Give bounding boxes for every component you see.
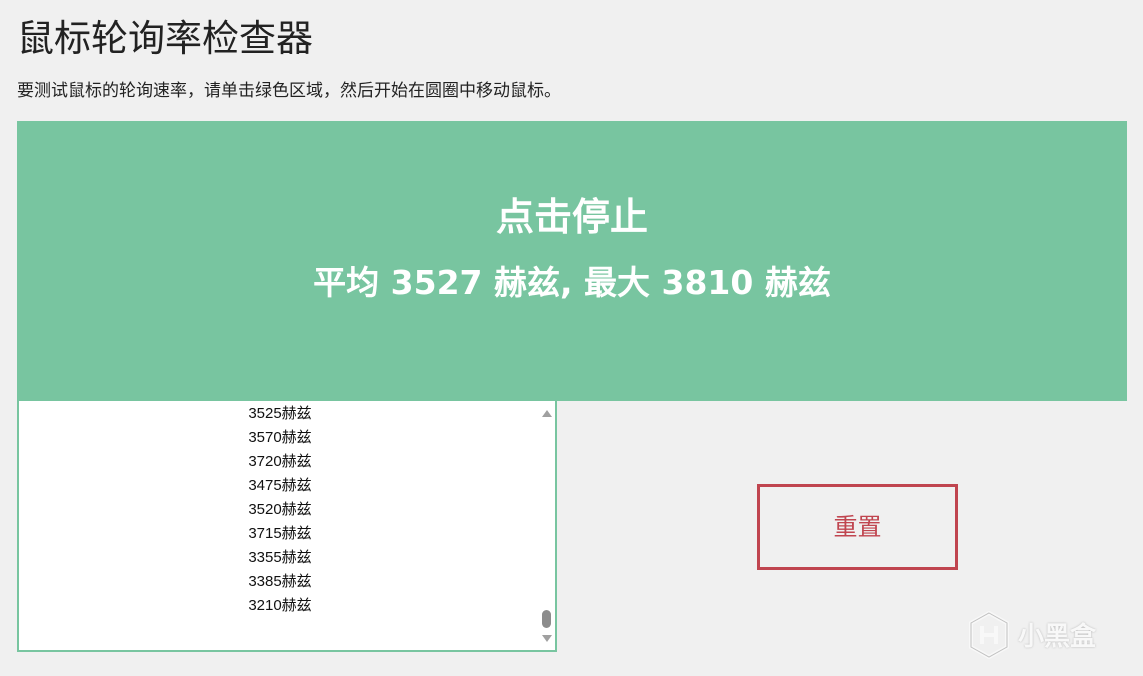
readings-list-content: 3525赫兹 3570赫兹 3720赫兹 3475赫兹 3520赫兹 3715赫兹 3355… [19, 402, 541, 642]
reading-item: 3525赫兹 [248, 405, 312, 422]
scroll-down-arrow-icon[interactable] [542, 635, 552, 642]
reading-item: 3210赫兹 [248, 597, 312, 614]
click-to-stop-label: 点击停止 [495, 195, 648, 239]
scroll-thumb[interactable] [542, 610, 551, 628]
readings-scrollbar[interactable] [539, 387, 555, 650]
reading-item: 3355赫兹 [248, 549, 312, 566]
instructions-text: 要测试鼠标的轮询速率，请单击绿色区域，然后开始在圆圈中移动鼠标。 [17, 81, 561, 101]
polling-rate-stats: 平均 3527 赫兹, 最大 3810 赫兹 [313, 263, 831, 302]
watermark: 小黑盒 [968, 610, 1128, 660]
heybox-logo-icon [969, 610, 1009, 660]
reading-item: 3715赫兹 [248, 525, 312, 542]
reading-item: 3385赫兹 [248, 573, 312, 590]
reading-item: 3720赫兹 [248, 453, 312, 470]
reset-button[interactable]: 重置 [757, 484, 958, 570]
polling-test-area[interactable]: 点击停止 平均 3527 赫兹, 最大 3810 赫兹 [17, 121, 1127, 401]
page-title: 鼠标轮询率检查器 [17, 17, 313, 60]
reading-item: 3570赫兹 [248, 429, 312, 446]
reading-item: 3475赫兹 [248, 477, 312, 494]
watermark-text: 小黑盒 [1018, 622, 1097, 652]
reading-item: 3520赫兹 [248, 501, 312, 518]
scroll-up-arrow-icon[interactable] [542, 410, 552, 417]
readings-list[interactable]: 3525赫兹 3570赫兹 3720赫兹 3475赫兹 3520赫兹 3715赫兹 3355… [17, 385, 557, 652]
